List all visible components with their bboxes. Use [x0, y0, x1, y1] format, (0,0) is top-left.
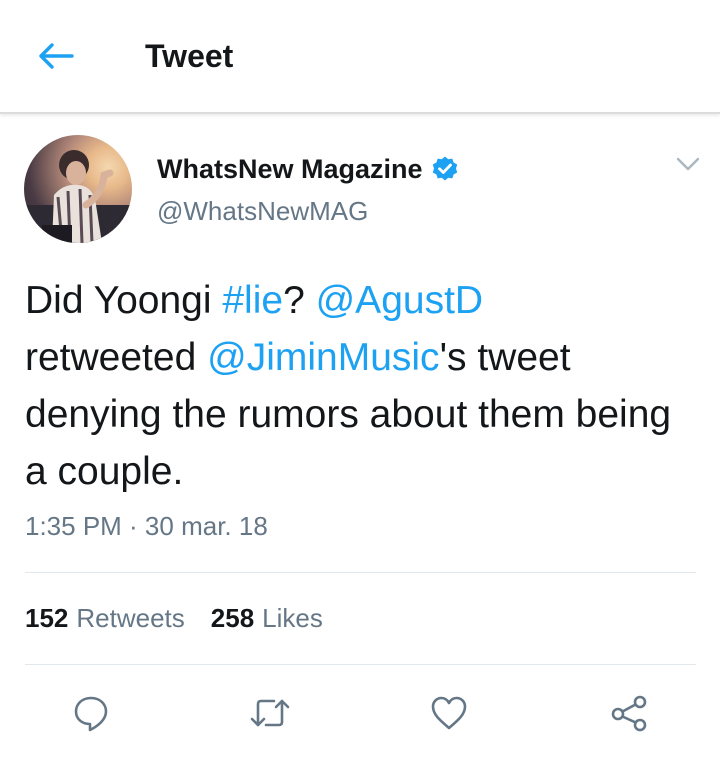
tweet-stats: 152 Retweets 258 Likes: [25, 600, 349, 636]
avatar[interactable]: [24, 135, 132, 243]
chevron-down-icon: [676, 157, 700, 171]
page-title: Tweet: [145, 38, 234, 74]
divider: [25, 664, 696, 665]
likes-count: 258: [210, 603, 255, 633]
hashtag-link[interactable]: #lie: [222, 279, 283, 322]
tweet-text-part: Did Yoongi: [25, 279, 223, 322]
retweet-icon: [250, 699, 290, 727]
tweet-text: Did Yoongi #lie? @AgustD retweeted @Jimi…: [25, 272, 695, 500]
back-button[interactable]: [34, 36, 78, 76]
arrow-left-icon: [39, 43, 74, 69]
tweet-text-part: ?: [283, 279, 316, 322]
reply-icon: [74, 696, 108, 732]
likes-stat[interactable]: 258 Likes: [211, 600, 323, 636]
like-button[interactable]: [422, 686, 476, 740]
likes-label: Likes: [262, 603, 323, 633]
divider: [25, 572, 696, 573]
author-name[interactable]: WhatsNew Magazine: [157, 152, 459, 186]
retweet-button[interactable]: [243, 686, 297, 740]
retweets-stat[interactable]: 152 Retweets: [25, 600, 185, 636]
reply-button[interactable]: [64, 686, 118, 740]
share-button[interactable]: [602, 686, 656, 740]
author-name-text: WhatsNew Magazine: [157, 154, 423, 184]
mention-link-agustd[interactable]: @AgustD: [316, 279, 483, 322]
retweets-label: Retweets: [76, 603, 185, 633]
heart-icon: [431, 696, 467, 730]
more-options-button[interactable]: [672, 150, 704, 178]
action-bar: [0, 686, 720, 740]
tweet-text-part: retweeted: [25, 336, 208, 379]
mention-link-jiminmusic[interactable]: @JiminMusic: [207, 336, 439, 379]
verified-badge-icon: [431, 155, 459, 183]
share-icon: [611, 695, 647, 732]
top-bar: Tweet: [0, 0, 720, 114]
avatar-photo: [24, 150, 132, 243]
author-handle[interactable]: @WhatsNewMAG: [157, 194, 368, 228]
retweets-count: 152: [25, 603, 69, 633]
tweet-timestamp: 1:35 PM · 30 mar. 18: [25, 511, 268, 541]
